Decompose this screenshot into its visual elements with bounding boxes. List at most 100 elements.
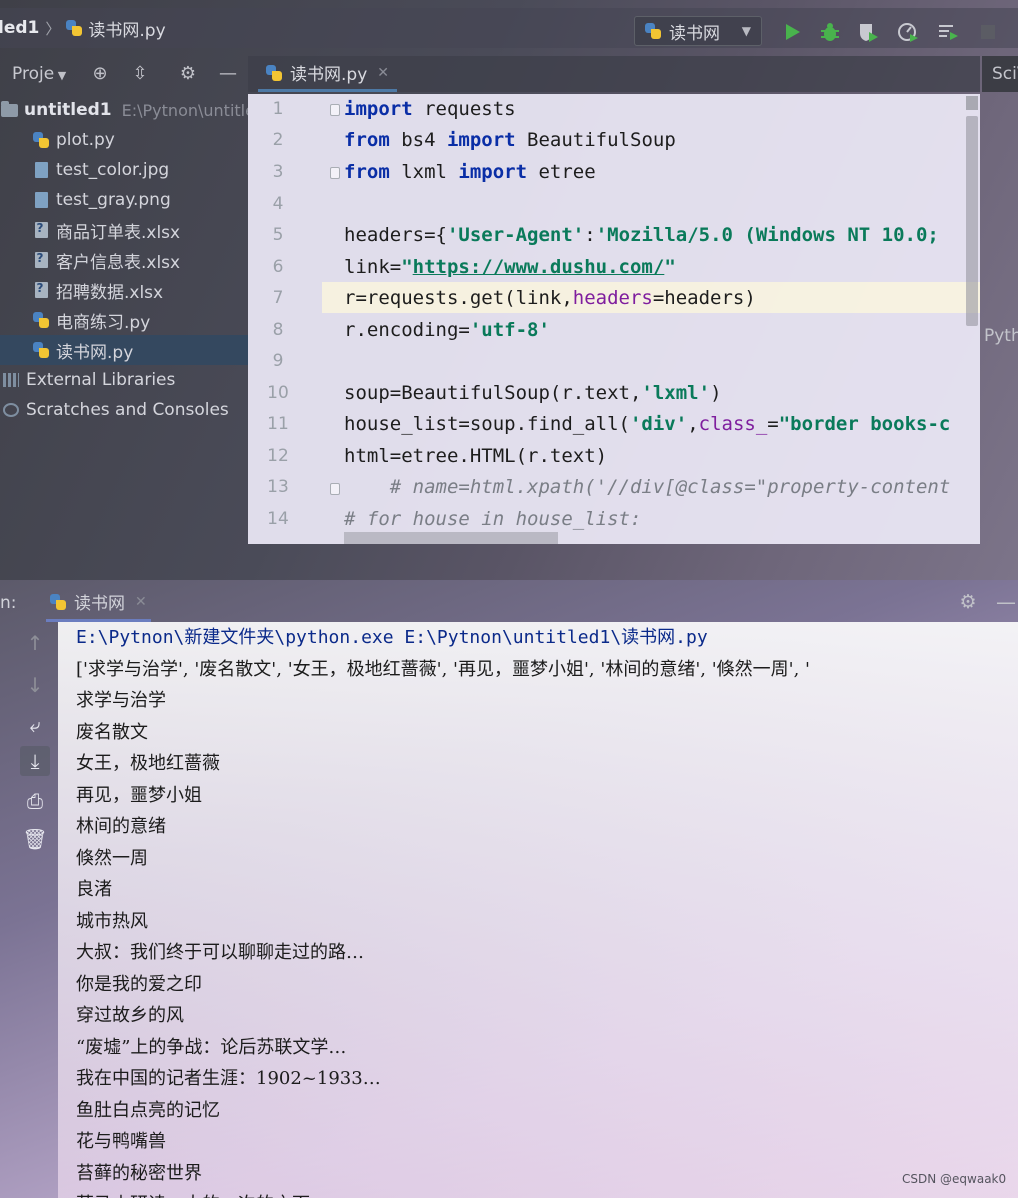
console-line: 穿过故乡的风 <box>76 1005 184 1026</box>
editor-horizontal-scrollbar[interactable] <box>344 532 558 544</box>
line-number: 3 <box>272 162 284 182</box>
tree-external-libraries-label: External Libraries <box>26 370 176 390</box>
code-line: headers={'User-Agent':'Mozilla/5.0 (Wind… <box>344 224 951 246</box>
console-line: 再见，噩梦小姐 <box>76 785 202 806</box>
scroll-to-end-icon[interactable]: ⤓ <box>20 746 50 776</box>
image-file-icon <box>32 191 50 209</box>
debug-button[interactable] <box>818 20 842 44</box>
tree-file-label: 商品订单表.xlsx <box>56 222 181 243</box>
tree-file[interactable]: 商品订单表.xlsx <box>0 215 248 245</box>
console-line: 苔藓的秘密世界 <box>76 1163 202 1184</box>
unknown-file-icon <box>32 281 50 299</box>
tab-sciview[interactable]: SciV <box>982 56 1018 92</box>
scrollbar-thumb[interactable] <box>966 116 978 326</box>
tree-scratches-label: Scratches and Consoles <box>26 400 229 420</box>
profile-button[interactable] <box>896 20 920 44</box>
side-panel-label[interactable]: Pyth <box>984 326 1018 346</box>
fold-marker-icon[interactable] <box>330 483 340 495</box>
arrow-down-icon[interactable]: ↓ <box>20 670 50 700</box>
line-number: 1 <box>272 99 284 119</box>
line-number: 8 <box>272 320 284 340</box>
watermark: CSDN @eqwaak0 <box>902 1172 1007 1186</box>
tree-file[interactable]: test_gray.png <box>0 185 248 215</box>
bug-icon <box>821 23 839 41</box>
line-number: 7 <box>272 288 284 308</box>
code-line: # name=html.xpath('//div[@class="propert… <box>344 476 951 498</box>
minimize-icon[interactable]: — <box>996 592 1016 612</box>
python-file-icon <box>66 20 83 36</box>
breadcrumb-separator-icon: 〉 <box>45 19 61 38</box>
console-line: 求学与治学 <box>76 690 166 711</box>
url-link: https://www.dushu.com/ <box>412 256 665 278</box>
run-configuration-select[interactable]: 读书网 ▼ <box>634 16 762 46</box>
tab-editor-file[interactable]: 读书网.py ✕ <box>258 56 397 92</box>
inspection-status-icon[interactable] <box>966 96 978 110</box>
profiler-icon <box>898 23 918 42</box>
minimize-icon[interactable]: — <box>218 64 238 84</box>
run-configuration-label: 读书网 <box>669 23 720 44</box>
fold-marker-icon[interactable] <box>330 167 340 179</box>
play-icon <box>786 24 800 40</box>
tree-file-label: 读书网.py <box>56 342 134 363</box>
line-number: 9 <box>272 351 284 371</box>
close-icon[interactable]: ✕ <box>135 594 147 610</box>
chevron-down-icon: ▼ <box>741 24 751 38</box>
gear-icon[interactable]: ⚙ <box>958 592 978 612</box>
tree-file[interactable]: 客户信息表.xlsx <box>0 245 248 275</box>
tree-file-label: 客户信息表.xlsx <box>56 252 181 273</box>
fold-marker-icon[interactable] <box>330 104 340 116</box>
scratches-icon <box>2 401 20 419</box>
line-number: 2 <box>272 130 284 150</box>
console-line: 你是我的爱之印 <box>76 974 202 995</box>
console-line: E:\Pytnon\新建文件夹\python.exe E:\Pytnon\unt… <box>76 627 708 648</box>
code-line: house_list=soup.find_all('div',class_="b… <box>344 413 951 435</box>
line-number: 4 <box>272 194 284 214</box>
line-number-gutter: 1 2 3 4 5 6 7 8 9 10 11 12 13 14 <box>248 94 340 544</box>
tab-run[interactable]: 读书网 ✕ <box>46 584 151 622</box>
console-line: 林间的意绪 <box>76 816 166 837</box>
code-line: soup=BeautifulSoup(r.text,'lxml') <box>344 382 722 404</box>
code-line: html=etree.HTML(r.text) <box>344 445 608 467</box>
code-line: import requests <box>344 98 516 120</box>
concurrency-button[interactable] <box>936 20 960 44</box>
line-number: 14 <box>267 509 289 529</box>
console-line: “废墟”上的争战：论后苏联文学… <box>76 1037 347 1058</box>
console-line: 废名散文 <box>76 722 148 743</box>
arrow-up-icon[interactable]: ↑ <box>20 628 50 658</box>
print-icon[interactable]: ⎙ <box>20 786 50 816</box>
tree-root[interactable]: untitled1 E:\Pytnon\untitled1 <box>0 95 248 125</box>
soft-wrap-icon[interactable]: ⤶ <box>20 710 50 740</box>
tree-file-selected[interactable]: 读书网.py <box>0 335 248 365</box>
collapse-all-icon[interactable]: ⇳ <box>130 64 150 84</box>
tree-file[interactable]: plot.py <box>0 125 248 155</box>
locate-icon[interactable]: ⊕ <box>90 64 110 84</box>
tree-scratches[interactable]: Scratches and Consoles <box>0 395 248 425</box>
python-file-icon <box>32 131 50 149</box>
gear-icon[interactable]: ⚙ <box>178 64 198 84</box>
code-editor[interactable]: 1 2 3 4 5 6 7 8 9 10 11 12 13 14 import … <box>248 94 980 544</box>
close-icon[interactable]: ✕ <box>377 65 389 81</box>
tree-root-name: untitled1 <box>24 100 112 120</box>
tree-file[interactable]: 招聘数据.xlsx <box>0 275 248 305</box>
tree-file[interactable]: 电商练习.py <box>0 305 248 335</box>
project-panel-title[interactable]: Proje <box>12 64 54 84</box>
editor-vertical-scrollbar[interactable] <box>966 96 978 542</box>
list-play-icon <box>939 25 958 40</box>
python-file-icon <box>266 64 282 81</box>
console-line: 城市热风 <box>76 911 148 932</box>
tree-root-path: E:\Pytnon\untitled1 <box>121 100 248 120</box>
console-line: 莫马山研读，大的一次的之面 <box>76 1189 310 1198</box>
tree-external-libraries[interactable]: External Libraries <box>0 365 248 395</box>
code-line: from lxml import etree <box>344 161 596 183</box>
run-button[interactable] <box>780 20 804 44</box>
breadcrumb-project[interactable]: led1 <box>0 18 39 38</box>
chevron-down-icon[interactable]: ▼ <box>52 66 72 86</box>
trash-icon[interactable]: 🗑 <box>20 824 50 854</box>
unknown-file-icon <box>32 251 50 269</box>
stop-button[interactable] <box>976 20 1000 44</box>
tree-file[interactable]: test_color.jpg <box>0 155 248 185</box>
breadcrumb-file[interactable]: 读书网.py <box>88 16 165 41</box>
line-number: 5 <box>272 225 284 245</box>
run-with-coverage-button[interactable] <box>856 20 880 44</box>
console-output[interactable]: E:\Pytnon\新建文件夹\python.exe E:\Pytnon\unt… <box>58 622 1018 1198</box>
